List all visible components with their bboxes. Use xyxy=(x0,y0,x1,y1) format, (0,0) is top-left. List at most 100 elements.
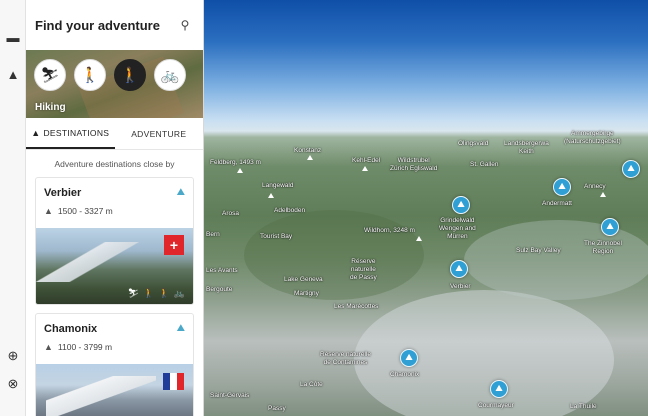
valley-shade xyxy=(244,210,424,300)
altitude-range: 1500 - 3327 m xyxy=(57,206,113,216)
activity-selector: ⛷ 🚶 🚶 🚲 Hiking xyxy=(26,50,203,118)
bike-icon: 🚲 xyxy=(173,288,185,298)
map-label: Chamonix xyxy=(390,371,420,378)
mountain-icon: ⛰ xyxy=(627,163,635,173)
activity-icons: ⛷ 🚶 🚶 🚲 xyxy=(128,288,185,299)
map-label: Réserve naturelle de Passy xyxy=(350,258,377,281)
tab-adventure-label: ADVENTURE xyxy=(131,128,187,139)
mountain-icon: ▲ xyxy=(44,206,53,216)
near-label: Adventure destinations close by xyxy=(54,159,175,169)
mountain-icon: ⛰ xyxy=(405,352,413,362)
adventure-pin[interactable]: ⛰ xyxy=(622,160,640,178)
peak-marker-icon xyxy=(237,168,243,173)
french-flag-icon xyxy=(163,373,184,390)
map-label: Andermatt xyxy=(542,200,572,207)
hiking-icon: 🚶 xyxy=(158,288,170,298)
map-label: Courmayeur xyxy=(478,402,514,409)
mountain-icon[interactable]: ▲ xyxy=(5,67,21,83)
adventure-pin[interactable]: ⛰ xyxy=(400,349,418,367)
map-label: Réserve naturelle de Contamines xyxy=(320,351,371,366)
destination-image: + ⛷ 🚶 🚶 🚲 xyxy=(36,228,193,304)
mountain-icon: ▲ xyxy=(44,342,53,352)
tab-destinations-label: DESTINATIONS xyxy=(43,127,110,138)
map-label: Olingsvald xyxy=(458,140,489,147)
page-title: Find your adventure xyxy=(35,17,160,33)
panel-header: Find your adventure ⚲ xyxy=(26,0,203,50)
map-label: La Thuile xyxy=(570,403,597,410)
map-label: Verbier xyxy=(450,283,471,290)
destination-card-chamonix[interactable]: Chamonix ▲ 1100 - 3799 m ⛰ xyxy=(35,313,194,416)
map-label: Les Avants xyxy=(206,267,238,274)
adventure-pin[interactable]: ⛰ xyxy=(452,196,470,214)
hiker-icon: 🚶 xyxy=(80,67,100,84)
mountain-icon: ⛰ xyxy=(495,383,503,393)
map-label: Passy xyxy=(268,405,286,412)
map-label: Arosa xyxy=(222,210,239,217)
tab-adventure[interactable]: ADVENTURE xyxy=(115,118,204,149)
mountain-badge-icon: ⛰ xyxy=(176,187,185,198)
mountain-icon: ⛰ xyxy=(558,181,566,191)
left-rail: ▬ ▲ ⊕ ⊗ xyxy=(0,0,26,416)
adventure-pin[interactable]: ⛰ xyxy=(490,380,508,398)
map-label: Annecy xyxy=(584,183,606,190)
map-label: Kehl-Edel xyxy=(352,157,381,164)
map-label: Wildhorn, 3248 m xyxy=(364,227,415,234)
bike-icon: 🚲 xyxy=(160,67,180,84)
ski-tour-icon: ⛷ xyxy=(40,67,60,84)
swiss-flag-icon: + xyxy=(164,235,184,255)
map-label: Bergoute xyxy=(206,286,233,293)
map-label: Ammergebirge (Naturschutzgebiet) xyxy=(564,130,621,145)
adventure-pin[interactable]: ⛰ xyxy=(553,178,571,196)
activity-label: Hiking xyxy=(35,102,66,113)
adventure-pin[interactable]: ⛰ xyxy=(601,218,619,236)
tab-bar: ▲ DESTINATIONS ADVENTURE xyxy=(26,118,203,150)
glacier-ridge xyxy=(464,220,648,300)
map-label: Grindelwald Wengen and Mürren xyxy=(439,217,476,240)
book-icon[interactable]: ▬ xyxy=(5,30,21,46)
snow-ridge xyxy=(354,290,614,416)
mountain-badge-icon: ⛰ xyxy=(176,323,185,334)
peak-marker-icon xyxy=(416,236,422,241)
mountain-icon: ⛰ xyxy=(606,221,614,231)
mountain-icon: ▲ xyxy=(31,127,41,138)
peak-marker-icon xyxy=(268,193,274,198)
map-label: Martigny xyxy=(294,290,319,297)
destination-image xyxy=(36,364,193,416)
map-label: Konstanz xyxy=(294,147,322,154)
adventure-panel: Find your adventure ⚲ ⛷ 🚶 🚶 🚲 Hiking ▲ D… xyxy=(26,0,204,416)
map-label: Lake Geneva xyxy=(284,276,323,283)
map-label: Feldberg, 1493 m xyxy=(210,159,261,166)
destination-card-verbier[interactable]: Verbier ▲ 1500 - 3327 m ⛰ + ⛷ 🚶 🚶 🚲 xyxy=(35,177,194,305)
map-label: Saint-Gervais xyxy=(210,392,250,399)
peak-marker-icon xyxy=(362,166,368,171)
ski-tour-button[interactable]: ⛷ xyxy=(34,59,66,91)
altitude-range: 1100 - 3799 m xyxy=(57,342,113,352)
compass-icon[interactable]: ⊗ xyxy=(5,376,21,392)
peak-marker-icon xyxy=(307,155,313,160)
map-label: Les Marécottes xyxy=(334,303,379,310)
card-title: Chamonix xyxy=(44,323,98,335)
map-label: Langewald xyxy=(262,182,294,189)
terrain-map[interactable]: Feldberg, 1493 m Konstanz Kehl-Edel Wild… xyxy=(204,0,648,416)
card-title: Verbier xyxy=(44,187,82,199)
peak-marker-icon xyxy=(600,192,606,197)
tab-destinations[interactable]: ▲ DESTINATIONS xyxy=(26,118,115,149)
hiking-button[interactable]: 🚶 xyxy=(114,59,146,91)
bike-button[interactable]: 🚲 xyxy=(154,59,186,91)
ski-tour-icon: ⛷ xyxy=(127,288,140,298)
map-label: Sulz Bay Valley xyxy=(516,247,561,254)
map-label: St. Gallen xyxy=(470,161,499,168)
hiker-button[interactable]: 🚶 xyxy=(74,59,106,91)
map-label: Bern xyxy=(206,231,220,238)
map-label: The Zinnobel Region xyxy=(584,240,622,255)
mountain-icon: ⛰ xyxy=(455,263,463,273)
map-label: La Côte xyxy=(300,381,323,388)
mountain-icon: ⛰ xyxy=(457,199,465,209)
map-label: Tourist Bay xyxy=(260,233,293,240)
search-icon[interactable]: ⚲ xyxy=(177,17,193,33)
zoom-in-icon[interactable]: ⊕ xyxy=(5,348,21,364)
adventure-pin[interactable]: ⛰ xyxy=(450,260,468,278)
map-label: Wildstrubel Zürich Egliswald xyxy=(390,157,438,172)
hiker-icon: 🚶 xyxy=(143,288,155,298)
map-label: Adelboden xyxy=(274,207,306,214)
